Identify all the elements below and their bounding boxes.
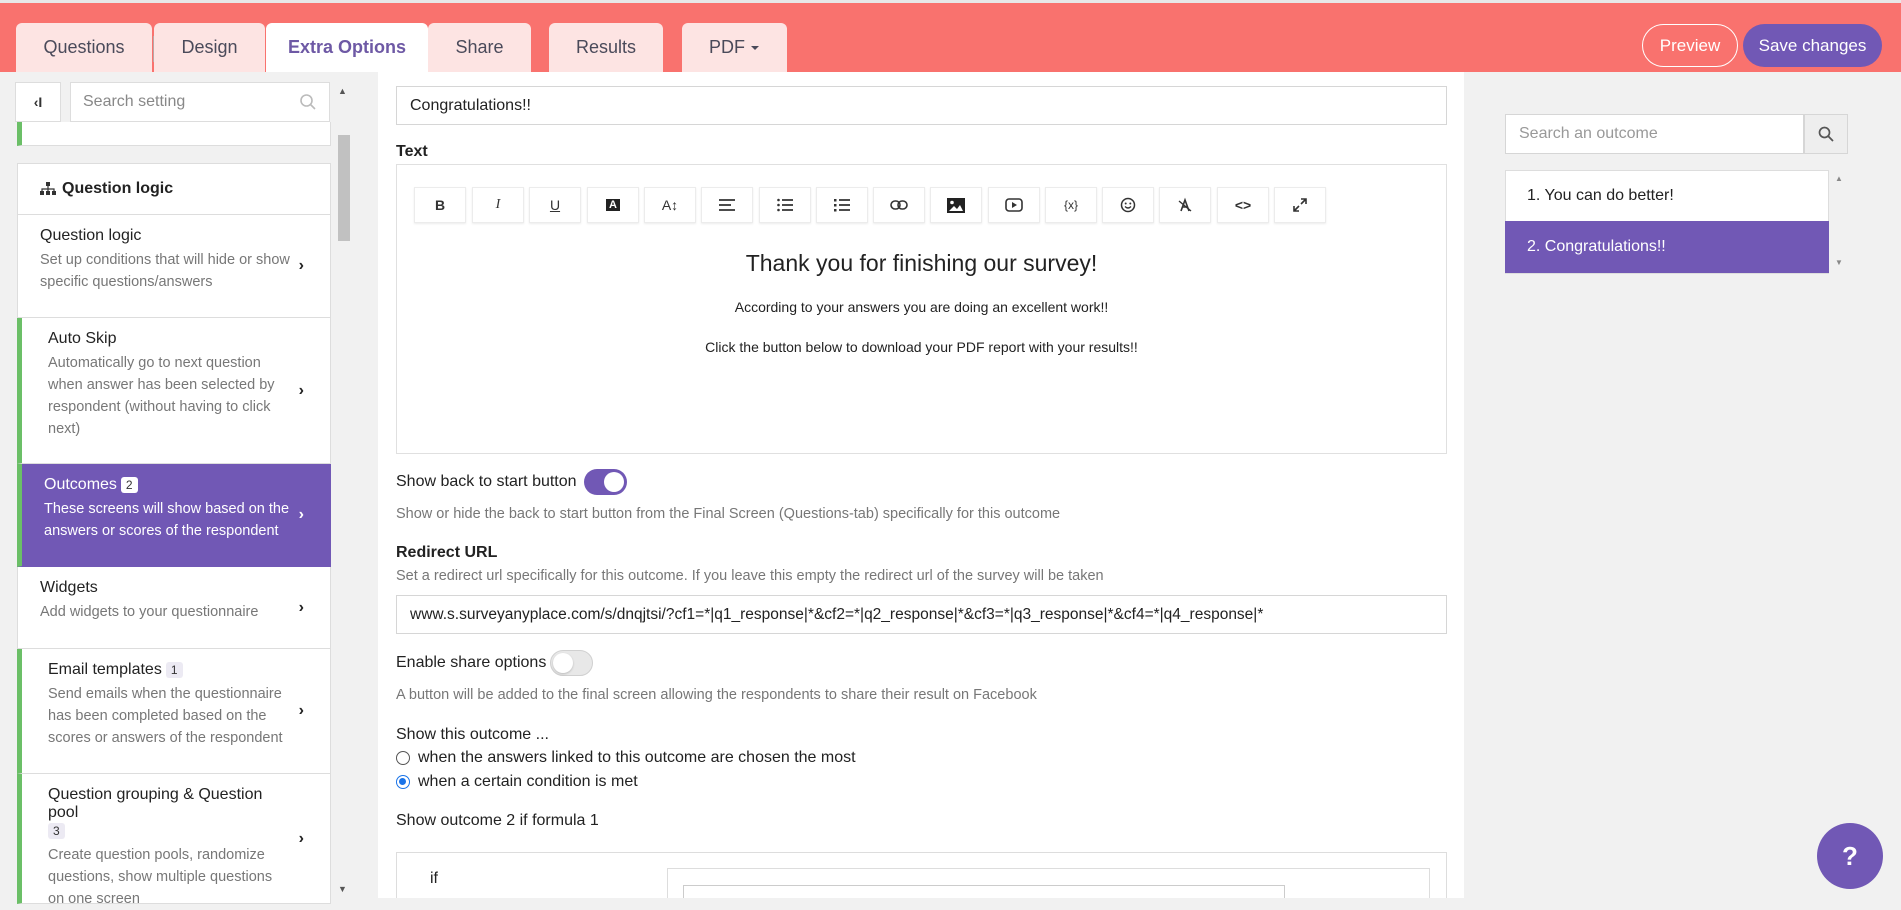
- count-badge: 1: [165, 662, 183, 678]
- back-to-start-label: Show back to start button: [396, 473, 577, 490]
- tab-results[interactable]: Results: [549, 23, 663, 72]
- radio-most-chosen-label: when the answers linked to this outcome …: [418, 749, 856, 766]
- scroll-up-arrow-icon[interactable]: ▲: [338, 86, 347, 96]
- tab-pdf-label: PDF: [709, 37, 745, 57]
- link-icon[interactable]: [873, 187, 925, 223]
- collapse-sidebar-button[interactable]: ‹I: [15, 82, 61, 122]
- editor-heading: Thank you for finishing our survey!: [745, 250, 1098, 276]
- sidebar-item-desc: Send emails when the questionnaire has b…: [48, 686, 283, 746]
- tab-share[interactable]: Share: [428, 23, 531, 72]
- outcome-item-1[interactable]: 1. You can do better!: [1505, 170, 1829, 222]
- share-options-help: A button will be added to the final scre…: [396, 687, 1037, 703]
- back-to-start-toggle[interactable]: [584, 469, 627, 495]
- caret-down-icon: [751, 45, 759, 50]
- tab-questions[interactable]: Questions: [16, 23, 152, 72]
- chevron-right-icon: ›: [298, 506, 304, 523]
- condition-select[interactable]: [683, 885, 1285, 898]
- image-icon[interactable]: [930, 187, 982, 223]
- sidebar-item-title: Question grouping & Question pool 3: [48, 786, 290, 840]
- share-options-toggle[interactable]: [550, 650, 593, 676]
- outcome-list-scrollbar[interactable]: ▲ ▼: [1831, 170, 1848, 274]
- back-to-start-help: Show or hide the back to start button fr…: [396, 506, 1061, 522]
- sidebar-item-question-grouping[interactable]: Question grouping & Question pool 3 Creat…: [17, 774, 331, 907]
- save-changes-button[interactable]: Save changes: [1743, 24, 1882, 67]
- search-setting-placeholder: Search setting: [83, 93, 186, 110]
- sidebar-item-title-text: Question grouping & Question pool: [48, 786, 263, 821]
- formula-label: Show outcome 2 if formula 1: [396, 812, 599, 829]
- font-size-icon[interactable]: A↕: [644, 187, 696, 223]
- sidebar-item-title-text: Outcomes: [44, 476, 117, 493]
- preview-button[interactable]: Preview: [1642, 24, 1738, 67]
- search-outcome-button[interactable]: [1804, 114, 1848, 154]
- sidebar-item-title: Email templates 1: [48, 661, 290, 679]
- sitemap-icon: [40, 182, 56, 195]
- sidebar-item-title-text: Email templates: [48, 661, 162, 678]
- section-question-logic-header: Question logic: [17, 163, 331, 215]
- fullscreen-icon[interactable]: [1274, 187, 1326, 223]
- sidebar-item-question-logic[interactable]: Question logic Set up conditions that wi…: [17, 215, 331, 318]
- redirect-url-label: Redirect URL: [396, 544, 498, 561]
- chevron-right-icon: ›: [298, 257, 304, 274]
- chevron-right-icon: ›: [298, 381, 304, 399]
- editor-line-1: According to your answers you are doing …: [734, 299, 1109, 315]
- chevron-right-icon: ›: [298, 598, 304, 616]
- sidebar-item-auto-skip[interactable]: Auto Skip Automatically go to next quest…: [17, 318, 331, 464]
- outcome-item-2[interactable]: 2. Congratulations!!: [1505, 221, 1829, 273]
- search-icon: [1818, 126, 1834, 142]
- sidebar-scrollbar-thumb[interactable]: [338, 135, 350, 241]
- chevron-right-icon: ›: [298, 702, 304, 719]
- sidebar-item-outcomes[interactable]: Outcomes 2 These screens will show based …: [17, 464, 331, 567]
- search-icon: [300, 94, 316, 110]
- radio-condition-met-label: when a certain condition is met: [418, 773, 638, 790]
- search-outcome-placeholder: Search an outcome: [1519, 125, 1658, 142]
- sidebar-item-title: Question logic: [40, 227, 142, 244]
- sidebar-item-desc: These screens will show based on the ans…: [44, 501, 290, 539]
- sidebar-item-desc: Automatically go to next question when a…: [48, 355, 275, 437]
- section-title: Question logic: [62, 180, 174, 197]
- scroll-down-arrow-icon[interactable]: ▼: [338, 884, 347, 894]
- text-label: Text: [396, 143, 428, 160]
- code-icon[interactable]: <>: [1217, 187, 1269, 223]
- top-border: [0, 0, 1901, 3]
- clear-format-icon[interactable]: [1159, 187, 1211, 223]
- underline-icon[interactable]: U: [529, 187, 581, 223]
- redirect-url-input[interactable]: www.s.surveyanyplace.com/s/dnqjtsi/?cf1=…: [396, 595, 1447, 634]
- count-badge: 3: [48, 823, 65, 839]
- sidebar-item-widgets[interactable]: Widgets Add widgets to your questionnair…: [17, 567, 331, 649]
- redirect-url-help: Set a redirect url specifically for this…: [396, 568, 1104, 584]
- tab-extra-options[interactable]: Extra Options: [266, 23, 428, 72]
- count-badge: 2: [120, 477, 138, 493]
- ordered-list-icon[interactable]: [759, 187, 811, 223]
- sidebar-item-desc: Create question pools, randomize questio…: [48, 847, 273, 907]
- sidebar-item-title: Widgets: [40, 579, 98, 596]
- sidebar-item-desc: Set up conditions that will hide or show…: [40, 252, 290, 290]
- align-icon[interactable]: [701, 187, 753, 223]
- unordered-list-icon[interactable]: [816, 187, 868, 223]
- sidebar-item-desc: Add widgets to your questionnaire: [40, 604, 259, 620]
- if-label: if: [430, 870, 438, 887]
- help-button[interactable]: ?: [1817, 823, 1883, 889]
- sidebar-item-partial: [17, 122, 331, 146]
- sidebar-item-title: Auto Skip: [48, 330, 117, 347]
- search-setting-input[interactable]: Search setting: [70, 82, 330, 122]
- tab-pdf[interactable]: PDF: [682, 23, 787, 72]
- font-color-icon[interactable]: A: [587, 187, 639, 223]
- search-outcome-input[interactable]: Search an outcome: [1505, 114, 1804, 154]
- variable-icon[interactable]: {x}: [1045, 187, 1097, 223]
- tab-design[interactable]: Design: [154, 23, 265, 72]
- share-options-label: Enable share options: [396, 654, 547, 671]
- show-outcome-label: Show this outcome ...: [396, 726, 549, 743]
- bold-icon[interactable]: B: [414, 187, 466, 223]
- radio-most-chosen[interactable]: [396, 751, 410, 765]
- chevron-right-icon: ›: [298, 829, 304, 847]
- radio-condition-met[interactable]: [396, 775, 410, 789]
- italic-icon[interactable]: I: [472, 187, 524, 223]
- sidebar-item-email-templates[interactable]: Email templates 1 Send emails when the qu…: [17, 649, 331, 774]
- editor-line-2: Click the button below to download your …: [705, 339, 1138, 355]
- emoji-icon[interactable]: [1102, 187, 1154, 223]
- video-icon[interactable]: [988, 187, 1040, 223]
- sidebar-item-title: Outcomes 2: [44, 476, 290, 494]
- outcome-title-input[interactable]: Congratulations!!: [396, 86, 1447, 125]
